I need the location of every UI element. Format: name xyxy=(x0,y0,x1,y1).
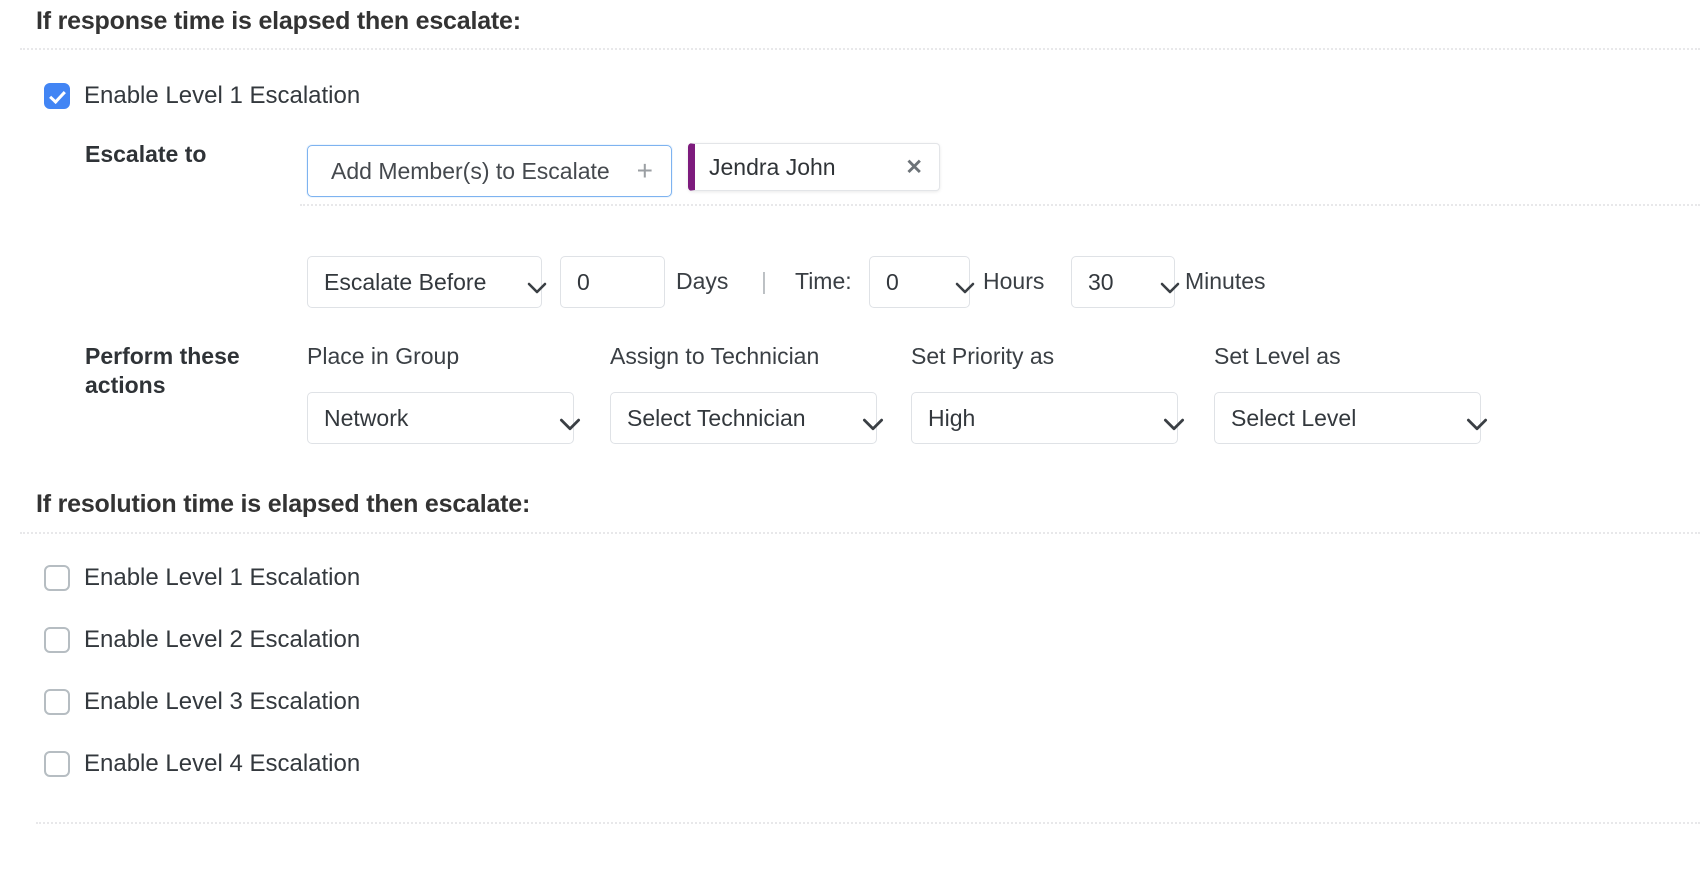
plus-icon[interactable]: + xyxy=(637,157,653,185)
resolution-enable-level-4-checkbox[interactable] xyxy=(44,751,70,777)
close-icon[interactable]: ✕ xyxy=(879,157,923,178)
perform-actions-label-line1: Perform these xyxy=(85,342,285,371)
place-in-group-select[interactable]: Network xyxy=(307,392,574,444)
set-level-as-title: Set Level as xyxy=(1214,343,1341,370)
selected-member-name: Jendra John xyxy=(709,154,836,181)
escalate-timing-mode-select[interactable]: Escalate Before xyxy=(307,256,542,308)
escalate-days-value: 0 xyxy=(577,269,590,296)
hours-unit-label: Hours xyxy=(983,268,1044,295)
set-level-as-value: Select Level xyxy=(1231,405,1356,432)
divider-escalate-to xyxy=(300,204,1700,206)
minutes-unit-label: Minutes xyxy=(1185,268,1266,295)
assign-to-technician-value: Select Technician xyxy=(627,405,806,432)
time-label: Time: xyxy=(795,268,852,295)
resolution-section-title: If resolution time is elapsed then escal… xyxy=(36,490,530,519)
set-priority-as-value: High xyxy=(928,405,975,432)
escalate-hours-value: 0 xyxy=(886,269,899,296)
resolution-enable-level-3-checkbox[interactable] xyxy=(44,689,70,715)
resolution-enable-level-1-label: Enable Level 1 Escalation xyxy=(84,566,360,590)
set-priority-as-select[interactable]: High xyxy=(911,392,1178,444)
set-priority-as-title: Set Priority as xyxy=(911,343,1054,370)
escalate-timing-mode-value: Escalate Before xyxy=(324,269,486,296)
resolution-enable-level-3-row[interactable]: Enable Level 3 Escalation xyxy=(44,689,360,715)
escalate-minutes-select[interactable]: 30 xyxy=(1071,256,1175,308)
resolution-enable-level-2-label: Enable Level 2 Escalation xyxy=(84,628,360,652)
days-unit-label: Days xyxy=(676,268,728,295)
assign-to-technician-title: Assign to Technician xyxy=(610,343,819,370)
resolution-enable-level-4-label: Enable Level 4 Escalation xyxy=(84,752,360,776)
escalate-minutes-value: 30 xyxy=(1088,269,1114,296)
add-members-placeholder: Add Member(s) to Escalate xyxy=(331,158,610,185)
divider-response-header xyxy=(20,48,1700,50)
place-in-group-title: Place in Group xyxy=(307,343,459,370)
escalate-to-label: Escalate to xyxy=(85,140,206,169)
resolution-enable-level-1-row[interactable]: Enable Level 1 Escalation xyxy=(44,565,360,591)
selected-member-chip[interactable]: Jendra John ✕ xyxy=(688,143,940,191)
resolution-enable-level-1-checkbox[interactable] xyxy=(44,565,70,591)
escalation-settings-page: If response time is elapsed then escalat… xyxy=(0,0,1700,883)
perform-actions-label: Perform these actions xyxy=(85,342,285,400)
escalate-days-input[interactable]: 0 xyxy=(560,256,665,308)
resolution-enable-level-4-row[interactable]: Enable Level 4 Escalation xyxy=(44,751,360,777)
perform-actions-label-line2: actions xyxy=(85,371,285,400)
response-enable-level-1-label: Enable Level 1 Escalation xyxy=(84,84,360,108)
set-level-as-select[interactable]: Select Level xyxy=(1214,392,1481,444)
add-members-to-escalate-input[interactable]: Add Member(s) to Escalate + xyxy=(307,145,672,197)
escalate-hours-select[interactable]: 0 xyxy=(869,256,970,308)
assign-to-technician-select[interactable]: Select Technician xyxy=(610,392,877,444)
divider-resolution-header xyxy=(20,532,1700,534)
resolution-enable-level-3-label: Enable Level 3 Escalation xyxy=(84,690,360,714)
response-enable-level-1-checkbox[interactable] xyxy=(44,83,70,109)
resolution-enable-level-2-checkbox[interactable] xyxy=(44,627,70,653)
timing-separator: | xyxy=(761,268,767,295)
response-enable-level-1-row[interactable]: Enable Level 1 Escalation xyxy=(44,83,360,109)
resolution-enable-level-2-row[interactable]: Enable Level 2 Escalation xyxy=(44,627,360,653)
divider-footer xyxy=(36,822,1700,824)
place-in-group-value: Network xyxy=(324,405,408,432)
response-section-title: If response time is elapsed then escalat… xyxy=(36,7,521,36)
